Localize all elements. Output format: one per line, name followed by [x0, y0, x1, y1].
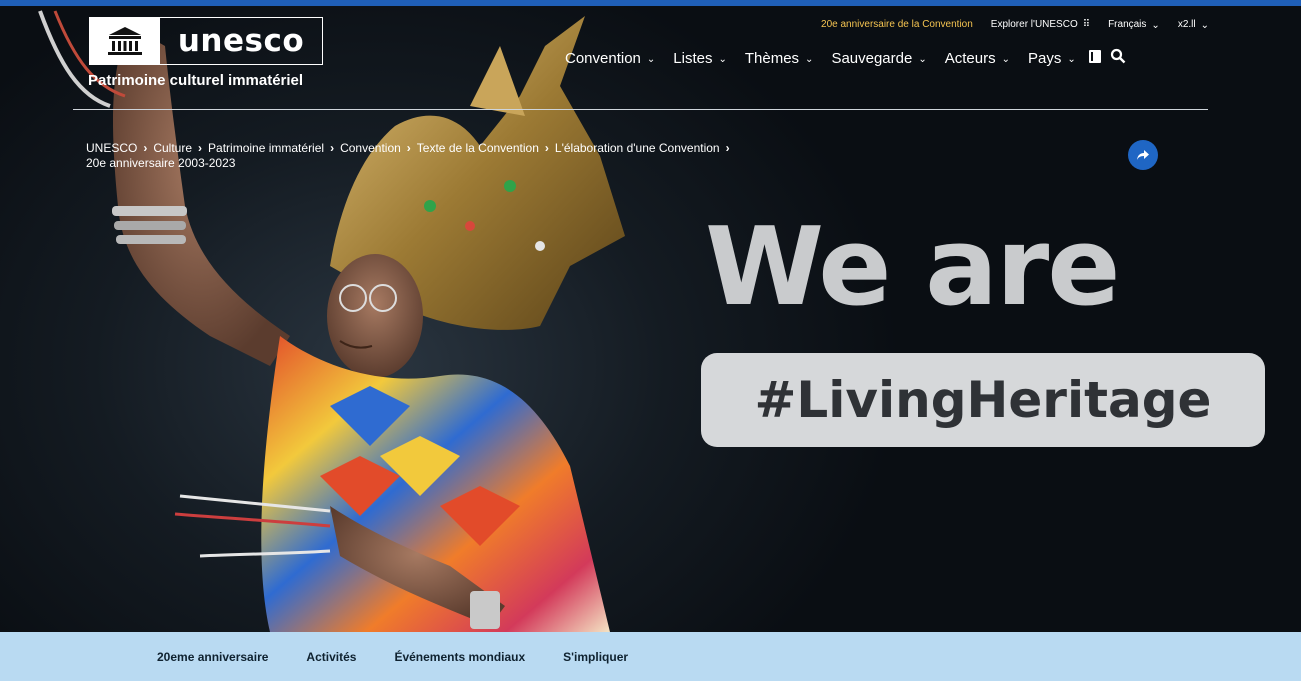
- chevron-down-icon: ⌄: [918, 53, 927, 65]
- chevron-down-icon: ⌄: [805, 53, 814, 65]
- grid-icon: ⠿: [1082, 19, 1091, 30]
- anniversary-link[interactable]: 20e anniversaire de la Convention: [821, 19, 973, 30]
- breadcrumb-item[interactable]: UNESCO: [86, 141, 137, 155]
- breadcrumb-separator-icon: ›: [544, 141, 549, 155]
- breadcrumb-separator-icon: ›: [330, 141, 335, 155]
- breadcrumb-separator-icon: ›: [406, 141, 411, 155]
- breadcrumb-item[interactable]: Texte de la Convention: [417, 141, 539, 155]
- nav-sauvegarde-label: Sauvegarde: [831, 49, 913, 67]
- nav-pays-label: Pays: [1027, 49, 1062, 67]
- subnav-item[interactable]: Événements mondiaux: [394, 650, 525, 664]
- breadcrumb-separator-icon: ›: [198, 141, 203, 155]
- language-selector[interactable]: Français ⌄: [1108, 19, 1160, 31]
- language-label: Français: [1108, 19, 1147, 30]
- hero-headline: We are: [705, 205, 1121, 330]
- breadcrumb: UNESCO › Culture › Patrimoine immatériel › Con…: [86, 141, 906, 171]
- nav-sauvegarde[interactable]: Sauvegarde ⌄: [831, 50, 926, 67]
- breadcrumb-item[interactable]: Patrimoine immatériel: [208, 141, 324, 155]
- explore-unesco-label: Explorer l'UNESCO: [990, 19, 1078, 30]
- hashtag-pill: #LivingHeritage: [701, 353, 1265, 447]
- chevron-down-icon: ⌄: [1001, 53, 1010, 65]
- subnav-item[interactable]: S'impliquer: [563, 650, 628, 664]
- nav-listes[interactable]: Listes ⌄: [673, 50, 727, 67]
- book-icon[interactable]: [1088, 49, 1102, 68]
- chevron-down-icon: ⌄: [718, 53, 727, 65]
- share-icon: [1137, 150, 1149, 160]
- nav-acteurs[interactable]: Acteurs ⌄: [945, 50, 1010, 67]
- explore-unesco-menu[interactable]: Explorer l'UNESCO ⠿: [991, 19, 1090, 30]
- breadcrumb-item[interactable]: L'élaboration d'une Convention: [555, 141, 720, 155]
- unesco-logo[interactable]: unesco: [89, 17, 323, 65]
- breadcrumb-item[interactable]: Convention: [340, 141, 401, 155]
- breadcrumb-item[interactable]: Culture: [153, 141, 192, 155]
- hero-dancer-image: [38, 10, 625, 632]
- site-subtitle[interactable]: Patrimoine culturel immatériel: [88, 72, 303, 89]
- nav-convention[interactable]: Convention ⌄: [565, 50, 655, 67]
- nav-acteurs-label: Acteurs: [944, 49, 996, 67]
- nav-icons: [1088, 48, 1126, 68]
- breadcrumb-separator-icon: ›: [143, 141, 148, 155]
- hashtag-text: #LivingHeritage: [754, 371, 1212, 429]
- chevron-down-icon: ⌄: [646, 53, 656, 65]
- nav-convention-label: Convention: [565, 49, 641, 67]
- nav-themes-label: Thèmes: [744, 49, 800, 67]
- nav-pays[interactable]: Pays ⌄: [1028, 50, 1076, 67]
- nav-listes-label: Listes: [673, 49, 713, 67]
- unesco-temple-icon: [90, 18, 160, 64]
- breadcrumb-current: 20e anniversaire 2003-2023: [86, 156, 236, 170]
- subnav-item[interactable]: Activités: [306, 650, 356, 664]
- search-icon[interactable]: [1110, 48, 1126, 68]
- utility-nav: 20e anniversaire de la Convention Explor…: [821, 19, 1209, 31]
- chevron-down-icon: ⌄: [1200, 20, 1209, 31]
- header-divider: [73, 109, 1208, 110]
- share-button[interactable]: [1128, 140, 1158, 170]
- chevron-down-icon: ⌄: [1067, 53, 1076, 65]
- hero-banner: unesco Patrimoine culturel immatériel 20…: [0, 6, 1301, 632]
- unesco-wordmark: unesco: [177, 23, 305, 59]
- extra-selector[interactable]: x2.ll ⌄: [1177, 19, 1209, 31]
- nav-themes[interactable]: Thèmes ⌄: [745, 50, 814, 67]
- subnav-item[interactable]: 20eme anniversaire: [157, 650, 268, 664]
- breadcrumb-separator-icon: ›: [725, 141, 730, 155]
- main-nav: Convention ⌄ Listes ⌄ Thèmes ⌄ Sauvegard…: [565, 48, 1126, 68]
- extra-label: x2.ll: [1177, 19, 1196, 30]
- secondary-nav: 20eme anniversaire Activités Événements …: [0, 632, 1301, 681]
- chevron-down-icon: ⌄: [1151, 20, 1160, 31]
